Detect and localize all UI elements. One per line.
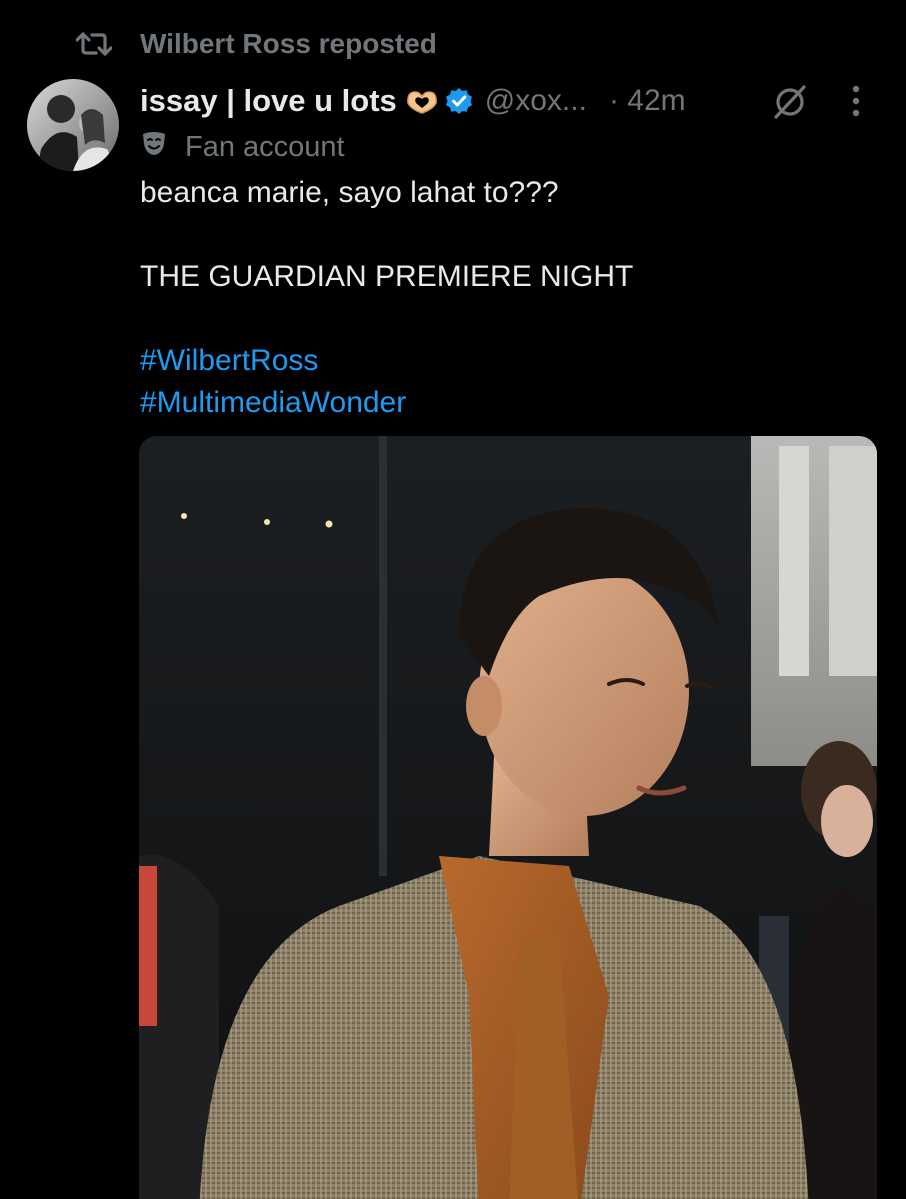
tweet-screen: Wilbert Ross reposted issay | love u lot… [0, 0, 906, 1199]
verified-badge-icon [445, 87, 473, 115]
more-vertical-icon[interactable] [846, 84, 866, 125]
repost-icon [76, 31, 112, 57]
repost-indicator[interactable]: Wilbert Ross reposted [76, 26, 437, 62]
account-label[interactable]: Fan account [141, 128, 345, 166]
tweet-header: issay | love u lots @xox... · 42m [140, 80, 876, 122]
tweet-line: THE GUARDIAN PREMIERE NIGHT [140, 260, 634, 293]
heart-hands-icon [405, 87, 439, 115]
grok-icon[interactable] [772, 84, 810, 125]
hashtag-link[interactable]: #WilbertRoss [140, 340, 880, 382]
tweet-photo[interactable] [139, 436, 877, 1199]
timestamp[interactable]: · 42m [609, 84, 686, 118]
tweet-text: beanca marie, sayo lahat to??? THE GUARD… [140, 172, 880, 424]
handle[interactable]: @xox... [485, 84, 587, 118]
tweet-line: beanca marie, sayo lahat to??? [140, 176, 559, 209]
avatar[interactable] [27, 79, 119, 171]
account-label-text: Fan account [185, 130, 345, 163]
display-name[interactable]: issay | love u lots [140, 83, 397, 119]
repost-label: Wilbert Ross reposted [140, 28, 437, 59]
hashtag-link[interactable]: #MultimediaWonder [140, 382, 880, 424]
theater-masks-icon [141, 130, 167, 164]
